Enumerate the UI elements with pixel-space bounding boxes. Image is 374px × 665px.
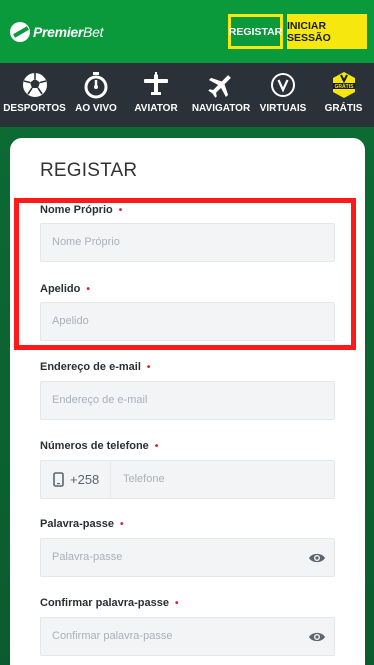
nav-label-virtuais: VIRTUAIS xyxy=(259,103,307,114)
page-title: REGISTAR xyxy=(40,160,138,181)
sports-nav: DESPORTOS AO VIVO AVIATOR NAVIGATOR VIRT… xyxy=(0,63,374,127)
stopwatch-icon xyxy=(84,72,108,99)
confirm-password-label-text: Confirmar palavra-passe xyxy=(40,597,169,609)
password-field[interactable]: Palavra-passe xyxy=(40,538,335,577)
eye-icon[interactable] xyxy=(308,551,326,565)
nav-item-navigator[interactable]: NAVIGATOR xyxy=(189,63,253,127)
nav-label-desportos: DESPORTOS xyxy=(3,103,66,114)
logo-text: PremierBet xyxy=(33,24,103,40)
nav-item-aviator[interactable]: AVIATOR xyxy=(123,63,189,127)
nav-item-desportos[interactable]: DESPORTOS xyxy=(0,63,69,127)
nav-item-gratis[interactable]: GRÁTIS GRÁTIS xyxy=(313,63,374,127)
phone-field[interactable]: +258 Telefone xyxy=(40,460,335,499)
password-placeholder: Palavra-passe xyxy=(52,551,123,563)
virtual-v-icon xyxy=(271,73,295,97)
highlight-box xyxy=(14,198,356,350)
logo-primary-text: Premier xyxy=(33,24,84,40)
nav-item-ao-vivo[interactable]: AO VIVO xyxy=(69,63,123,127)
soccer-ball-icon xyxy=(22,73,47,97)
phone-label-text: Números de telefone xyxy=(40,440,149,452)
free-bet-badge-text: GRÁTIS xyxy=(334,83,354,90)
email-label-text: Endereço de e-mail xyxy=(40,361,141,373)
logo-secondary-text: Bet xyxy=(83,24,104,40)
confirm-password-field[interactable]: Confirmar palavra-passe xyxy=(40,617,335,656)
login-button[interactable]: INICIAR SESSÃO xyxy=(287,14,367,49)
password-label: Palavra-passe • xyxy=(40,518,124,530)
phone-label: Números de telefone • xyxy=(40,440,158,452)
premierbet-logo[interactable]: PremierBet xyxy=(10,22,103,42)
required-marker: • xyxy=(154,441,159,452)
required-marker: • xyxy=(120,519,124,530)
nav-label-ao-vivo: AO VIVO xyxy=(75,103,117,114)
nav-label-navigator: NAVIGATOR xyxy=(191,103,251,114)
free-bet-badge-icon: GRÁTIS xyxy=(332,72,355,98)
mobile-phone-icon xyxy=(53,472,64,487)
nav-item-virtuais[interactable]: VIRTUAIS xyxy=(253,63,313,127)
top-header: PremierBet REGISTAR INICIAR SESSÃO xyxy=(0,0,374,63)
register-button[interactable]: REGISTAR xyxy=(228,14,283,49)
phone-country-prefix[interactable]: +258 xyxy=(41,461,111,498)
password-label-text: Palavra-passe xyxy=(40,518,114,530)
phone-prefix-code: +258 xyxy=(70,472,100,487)
logo-mark-icon xyxy=(10,22,30,42)
confirm-password-placeholder: Confirmar palavra-passe xyxy=(52,630,173,642)
nav-label-gratis: GRÁTIS xyxy=(324,103,363,114)
email-label: Endereço de e-mail • xyxy=(40,361,150,373)
email-field[interactable]: Endereço de e-mail xyxy=(40,381,335,420)
nav-label-aviator: AVIATOR xyxy=(134,103,178,114)
required-marker: • xyxy=(146,362,151,373)
propeller-plane-icon xyxy=(144,72,168,95)
required-marker: • xyxy=(175,598,179,609)
email-placeholder: Endereço de e-mail xyxy=(52,394,148,406)
phone-placeholder: Telefone xyxy=(123,473,165,485)
eye-icon[interactable] xyxy=(308,630,326,644)
confirm-password-label: Confirmar palavra-passe • xyxy=(40,597,179,609)
airplane-icon xyxy=(208,75,231,98)
